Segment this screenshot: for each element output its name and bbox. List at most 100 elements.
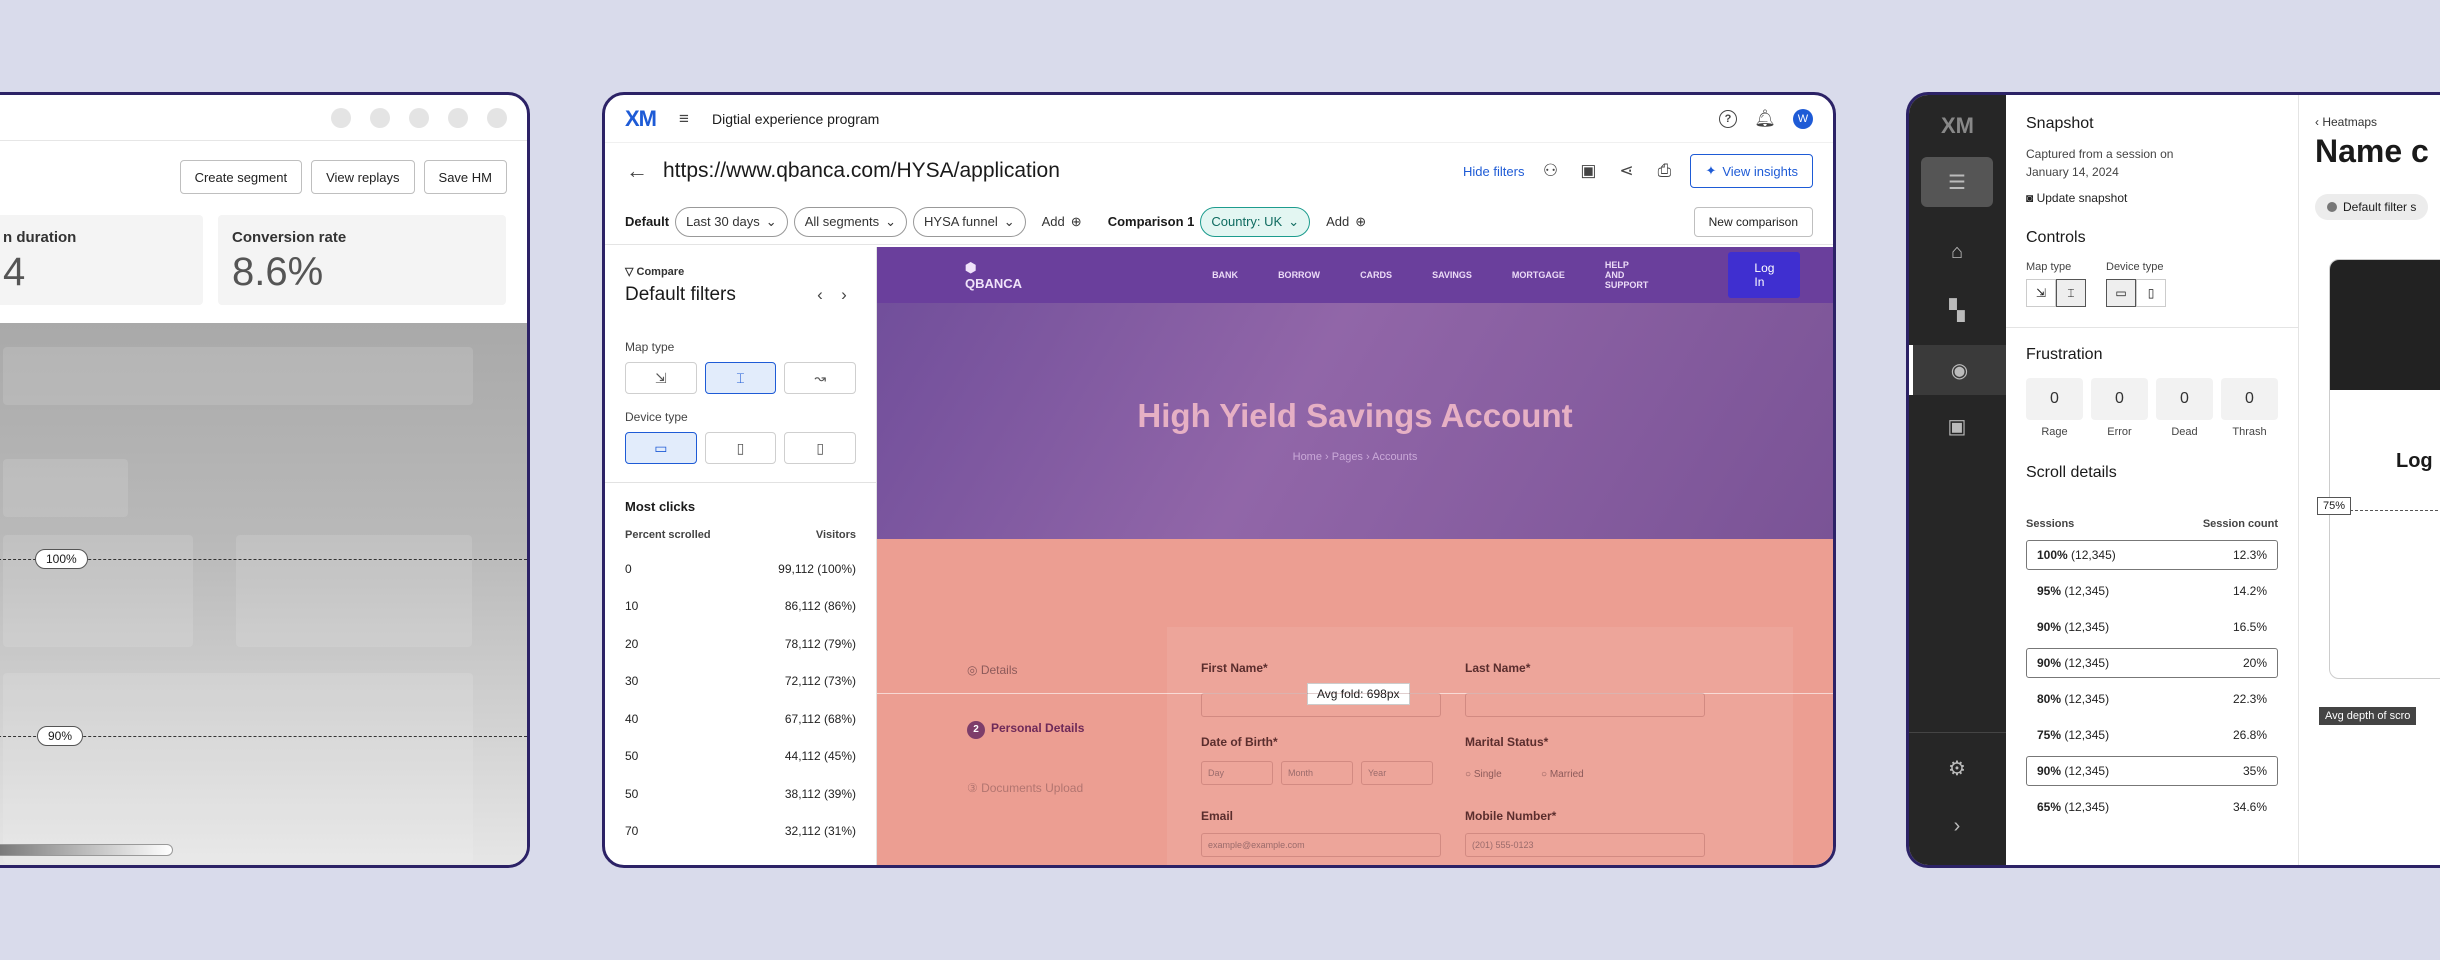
heatmap-detail-card: XM ☰ ⌂ ▚ ◉ ▣ ⚙ › Snapshot Captured from … — [1906, 92, 2440, 868]
date-filter[interactable]: Last 30 days ⌄ — [675, 206, 788, 237]
heatmaps-breadcrumb[interactable]: ‹ Heatmaps — [2315, 115, 2440, 129]
thrash-label: Thrash — [2232, 426, 2267, 438]
desktop-icon[interactable]: ▭ — [2106, 279, 2136, 307]
window-dot[interactable] — [409, 107, 429, 128]
scroll-row[interactable]: 100% (12,345) 12.3% — [2026, 540, 2278, 570]
view-insights-label: View insights — [1722, 163, 1798, 179]
step-documents-upload[interactable]: ③ Documents Upload — [967, 781, 1083, 795]
default-filter-chip[interactable]: Default filter s — [2315, 194, 2429, 220]
nav-item[interactable]: HELP AND SUPPORT — [1605, 260, 1649, 290]
table-row[interactable]: 40 67,112 (68%) — [625, 700, 856, 738]
users-icon[interactable]: ⚇ — [1538, 161, 1562, 181]
settings-gear-icon[interactable]: ⚙ — [1921, 743, 1993, 793]
radio-married[interactable]: ○ Married — [1541, 769, 1584, 780]
view-insights-button[interactable]: ✦ View insights — [1690, 154, 1813, 188]
last-name-input[interactable] — [1465, 693, 1705, 717]
rail-replay-icon[interactable]: ▣ — [1921, 401, 1993, 451]
table-row[interactable]: 20 78,112 (79%) — [625, 625, 856, 663]
status-dot-icon — [2327, 202, 2337, 212]
map-type-selector: ⇲ ⌶ ↝ — [625, 362, 857, 394]
scroll-row[interactable]: 65% (12,345) 34.6% — [2026, 792, 2278, 822]
table-row[interactable]: 0 99,112 (100%) — [625, 550, 856, 588]
site-nav: ⬢ QBANCA BANK BORROW CARDS SAVINGS MORTG… — [877, 247, 1833, 303]
nav-item[interactable]: BANK — [1212, 270, 1238, 280]
help-icon[interactable]: ? — [1719, 109, 1737, 128]
step-personal-details[interactable]: 2 Personal Details — [967, 721, 1084, 739]
nav-item[interactable]: CARDS — [1360, 270, 1392, 280]
share-icon[interactable]: ⋖ — [1614, 161, 1638, 181]
table-row[interactable]: 30 72,112 (73%) — [625, 663, 856, 701]
menu-icon[interactable]: ≡ — [672, 109, 696, 129]
last-name-label: Last Name* — [1465, 661, 1531, 675]
update-snapshot-link[interactable]: ◙ Update snapshot — [2026, 191, 2278, 205]
mobile-icon[interactable]: ▯ — [784, 432, 857, 464]
scroll-row[interactable]: 75% (12,345) 26.8% — [2026, 720, 2278, 750]
move-map-icon[interactable]: ↝ — [784, 362, 857, 394]
table-row[interactable]: 10 86,112 (86%) — [625, 588, 856, 626]
click-map-icon[interactable]: ⇲ — [625, 362, 697, 394]
sidebar-title: Default filters — [625, 284, 736, 305]
bell-icon[interactable]: 🔔︎ — [1753, 109, 1777, 129]
filter-icon: ▽ — [625, 266, 637, 278]
hide-filters-link[interactable]: Hide filters — [1463, 164, 1524, 179]
scroll-row[interactable]: 90% (12,345) 20% — [2026, 648, 2278, 678]
first-name-input[interactable] — [1201, 693, 1441, 717]
dob-month-select[interactable]: Month — [1281, 761, 1353, 785]
ghost-block — [3, 535, 193, 647]
desktop-icon[interactable]: ▭ — [625, 432, 697, 464]
screenshot-icon[interactable]: ▣ — [1576, 161, 1600, 181]
scroll-row[interactable]: 90% (12,345) 35% — [2026, 756, 2278, 786]
scroll-row[interactable]: 90% (12,345) 16.5% — [2026, 612, 2278, 642]
add-comparison-filter-button[interactable]: Add ⊕ — [1316, 207, 1376, 237]
window-dot[interactable] — [370, 107, 390, 128]
rail-home-icon[interactable]: ⌂ — [1921, 227, 1993, 277]
create-segment-button[interactable]: Create segment — [179, 160, 303, 194]
scroll-details-title: Scroll details — [2026, 464, 2117, 481]
table-row[interactable]: 70 32,112 (31%) — [625, 813, 856, 851]
step-number-icon: 2 — [967, 721, 985, 739]
view-replays-button[interactable]: View replays — [311, 160, 415, 194]
save-hm-button[interactable]: Save HM — [423, 160, 507, 194]
dob-year-select[interactable]: Year — [1361, 761, 1433, 785]
chip-label: Last 30 days — [686, 214, 760, 229]
rail-stack-icon[interactable]: ☰ — [1921, 157, 1993, 207]
mobile-icon[interactable]: ▯ — [2136, 279, 2166, 307]
nav-item[interactable]: BORROW — [1278, 270, 1320, 280]
xm-logo: XM — [1941, 113, 1974, 138]
nav-item[interactable]: SAVINGS — [1432, 270, 1472, 280]
snapshot-title: Snapshot — [2026, 115, 2094, 132]
click-map-icon[interactable]: ⇲ — [2026, 279, 2056, 307]
save-icon[interactable]: ⎙ — [1652, 161, 1676, 181]
window-dot[interactable] — [331, 107, 351, 128]
back-arrow-icon[interactable]: ← — [625, 158, 649, 184]
table-row[interactable]: 50 38,112 (39%) — [625, 775, 856, 813]
tablet-icon[interactable]: ▯ — [704, 432, 777, 464]
mobile-input[interactable]: (201) 555-0123 — [1465, 833, 1705, 857]
program-title: Digtial experience program — [712, 110, 880, 127]
step-details[interactable]: ◎ Details — [967, 663, 1018, 677]
scroll-row[interactable]: 95% (12,345) 14.2% — [2026, 576, 2278, 606]
login-button[interactable]: Log In — [1728, 252, 1801, 298]
scroll-map-icon[interactable]: ⌶ — [704, 362, 777, 394]
scroll-row[interactable]: 80% (12,345) 22.3% — [2026, 684, 2278, 714]
email-input[interactable]: example@example.com — [1201, 833, 1441, 857]
avatar[interactable]: W — [1793, 108, 1813, 129]
expand-chevron-icon[interactable]: › — [1921, 801, 1993, 851]
next-arrow-icon[interactable]: › — [832, 285, 856, 305]
device-type-label: Device type — [625, 410, 688, 424]
table-row[interactable]: 50 44,112 (45%) — [625, 738, 856, 776]
country-filter[interactable]: Country: UK ⌄ — [1200, 206, 1311, 237]
prev-arrow-icon[interactable]: ‹ — [808, 285, 832, 305]
funnel-filter[interactable]: HYSA funnel ⌄ — [913, 206, 1026, 237]
add-filter-button[interactable]: Add ⊕ — [1032, 207, 1092, 237]
window-dot[interactable] — [487, 107, 507, 128]
nav-item[interactable]: MORTGAGE — [1512, 270, 1565, 280]
scroll-map-icon[interactable]: ⌶ — [2056, 279, 2086, 307]
rail-heatmap-icon[interactable]: ◉ — [1909, 345, 2006, 395]
segment-filter[interactable]: All segments ⌄ — [793, 206, 908, 237]
new-comparison-button[interactable]: New comparison — [1693, 206, 1813, 237]
radio-single[interactable]: ○ Single — [1465, 769, 1502, 780]
window-dot[interactable] — [448, 107, 468, 128]
rail-dashboard-icon[interactable]: ▚ — [1921, 285, 1993, 335]
dob-day-select[interactable]: Day — [1201, 761, 1273, 785]
